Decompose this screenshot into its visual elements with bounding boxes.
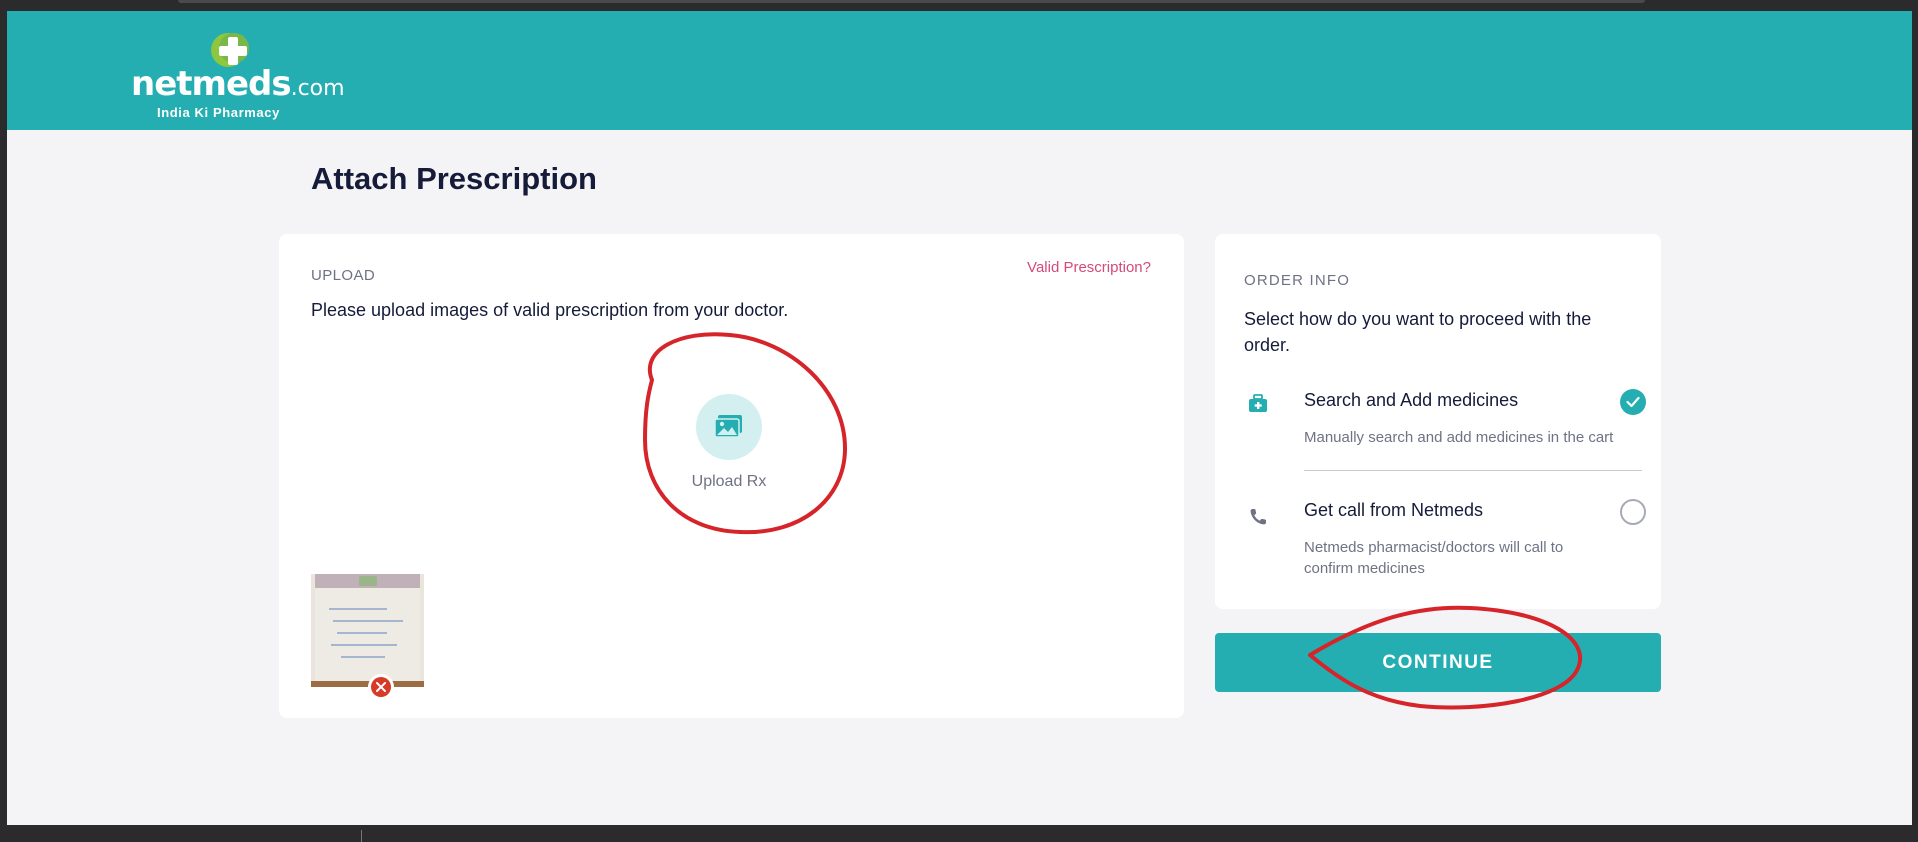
phone-icon	[1250, 509, 1266, 525]
option-radio-unselected[interactable]	[1620, 499, 1646, 525]
netmeds-logo[interactable]: netmeds.com India Ki Pharmacy	[129, 31, 345, 121]
option-subtitle: Manually search and add medicines in the…	[1304, 429, 1614, 446]
order-info-section-label: ORDER INFO	[1244, 272, 1351, 289]
logo-tagline: India Ki Pharmacy	[157, 105, 280, 120]
image-icon	[715, 415, 742, 438]
browser-tab-edge	[178, 0, 1645, 3]
order-info-description: Select how do you want to proceed with t…	[1244, 309, 1592, 355]
bottom-divider	[361, 830, 362, 842]
thumbnail-line	[333, 620, 403, 622]
remove-thumbnail-button[interactable]	[368, 674, 394, 700]
upload-card: UPLOAD Valid Prescription? Please upload…	[279, 234, 1184, 718]
option-search-add-medicines[interactable]: Search and Add medicines Manually search…	[1215, 374, 1661, 470]
option-title: Get call from Netmeds	[1304, 500, 1484, 520]
option-get-call[interactable]: Get call from Netmeds Netmeds pharmacist…	[1215, 484, 1661, 594]
upload-description: Please upload images of valid prescripti…	[311, 300, 789, 320]
thumbnail-line	[341, 656, 385, 658]
window-left-edge	[0, 11, 7, 825]
site-header: netmeds.com India Ki Pharmacy	[7, 11, 1912, 130]
remove-thumbnail-circle[interactable]	[371, 677, 391, 697]
valid-prescription-link[interactable]: Valid Prescription?	[1027, 259, 1151, 276]
option-divider	[1304, 470, 1642, 471]
option-title: Search and Add medicines	[1304, 390, 1519, 410]
logo-suffix: .com	[290, 76, 345, 101]
prescription-thumbnail[interactable]	[311, 574, 424, 687]
upload-rx-circle[interactable]	[696, 394, 762, 460]
upload-rx-label: Upload Rx	[691, 473, 767, 490]
browser-top-strip	[0, 0, 1918, 11]
thumbnail-paper	[315, 574, 420, 682]
page-window: netmeds.com India Ki Pharmacy Attach Pre…	[7, 11, 1912, 825]
order-info-card: ORDER INFO Select how do you want to pro…	[1215, 234, 1661, 609]
thumbnail-line	[331, 644, 397, 646]
thumbnail-line	[329, 608, 387, 610]
medical-kit-icon	[1249, 394, 1267, 412]
continue-button[interactable]: CONTINUE	[1215, 633, 1661, 692]
upload-section-label: UPLOAD	[311, 267, 376, 284]
logo-wordmark: netmeds.com	[131, 67, 345, 101]
logo-word-text: netmeds	[131, 64, 292, 104]
close-icon	[376, 682, 386, 692]
check-icon	[1626, 396, 1640, 408]
thumbnail-header-band	[315, 574, 420, 588]
option-subtitle: Netmeds pharmacist/doctors will call to …	[1304, 539, 1564, 577]
option-radio-selected[interactable]	[1620, 389, 1646, 415]
thumbnail-line	[337, 632, 387, 634]
browser-bottom-strip	[0, 825, 1918, 842]
upload-rx-button[interactable]: Upload Rx	[679, 394, 779, 504]
page-title: Attach Prescription	[311, 161, 597, 196]
